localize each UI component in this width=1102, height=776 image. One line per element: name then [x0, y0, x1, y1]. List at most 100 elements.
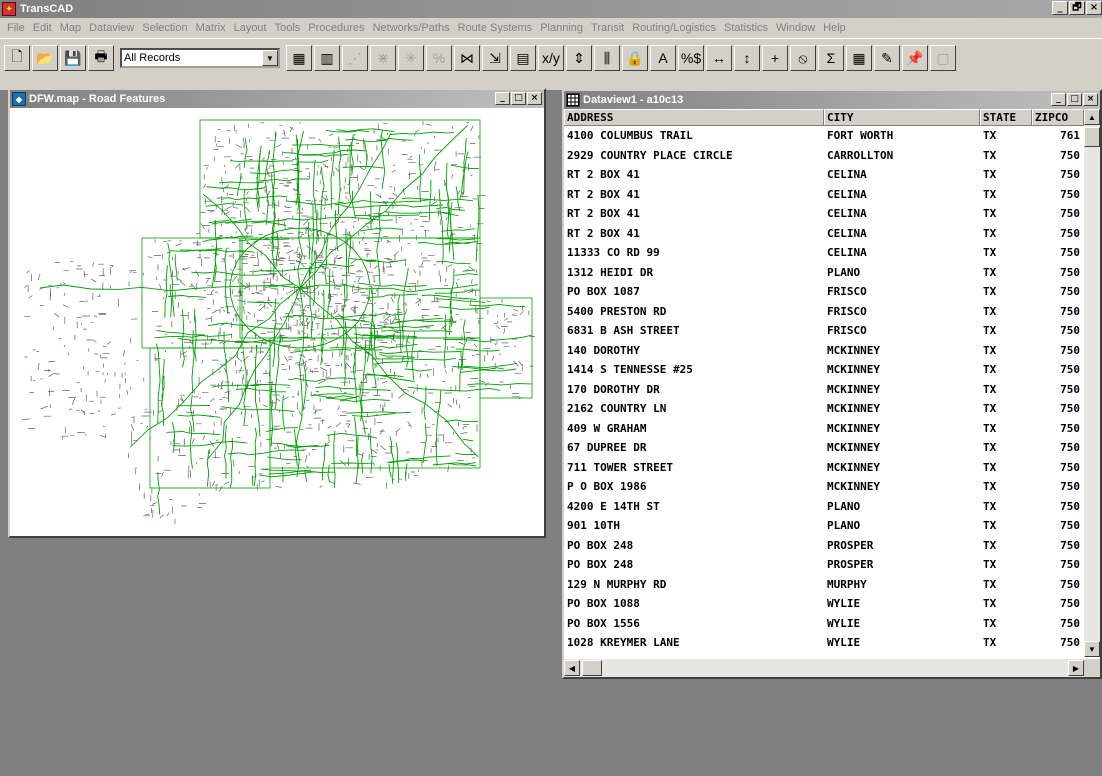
state-cell[interactable]: TX	[980, 500, 1032, 513]
chart-icon[interactable]: ▥	[314, 45, 340, 71]
network-disabled-icon[interactable]: ⋰	[342, 45, 368, 71]
table-row[interactable]: RT 2 BOX 41 CELINA TX 750	[564, 224, 1084, 244]
zipcode-cell[interactable]: 750	[1032, 461, 1084, 474]
table-row[interactable]: 1414 S TENNESSE #25 MCKINNEY TX 750	[564, 360, 1084, 380]
map-close-button[interactable]: ×	[527, 92, 542, 105]
dataview-title-bar[interactable]: Dataview1 - a10c13 _ □ ×	[564, 91, 1100, 109]
open-folder-icon[interactable]: 📂	[32, 45, 58, 71]
city-cell[interactable]: WYLIE	[824, 617, 980, 630]
city-cell[interactable]: PLANO	[824, 266, 980, 279]
app-minimize-button[interactable]: _	[1052, 1, 1068, 15]
address-cell[interactable]: 5400 PRESTON RD	[564, 305, 824, 318]
split-icon[interactable]: ⋈	[454, 45, 480, 71]
city-cell[interactable]: PROSPER	[824, 558, 980, 571]
state-cell[interactable]: TX	[980, 422, 1032, 435]
table-row[interactable]: PO BOX 1087 FRISCO TX 750	[564, 282, 1084, 302]
lock-icon[interactable]: 🔒	[622, 45, 648, 71]
zipcode-cell[interactable]: 750	[1032, 480, 1084, 493]
city-cell[interactable]: FRISCO	[824, 285, 980, 298]
state-cell[interactable]: TX	[980, 168, 1032, 181]
zipcode-cell[interactable]: 750	[1032, 266, 1084, 279]
address-cell[interactable]: PO BOX 1088	[564, 597, 824, 610]
menu-networks-paths[interactable]: Networks/Paths	[369, 22, 454, 34]
address-cell[interactable]: 129 N MURPHY RD	[564, 578, 824, 591]
menu-help[interactable]: Help	[819, 22, 850, 34]
state-cell[interactable]: TX	[980, 207, 1032, 220]
city-cell[interactable]: MCKINNEY	[824, 480, 980, 493]
table-row[interactable]: 170 DOROTHY DR MCKINNEY TX 750	[564, 380, 1084, 400]
table-row[interactable]: 4100 COLUMBUS TRAIL FORT WORTH TX 761	[564, 126, 1084, 146]
menu-transit[interactable]: Transit	[587, 22, 628, 34]
city-cell[interactable]: CELINA	[824, 246, 980, 259]
city-cell[interactable]: FORT WORTH	[824, 129, 980, 142]
menu-matrix[interactable]: Matrix	[192, 22, 230, 34]
city-cell[interactable]: CARROLLTON	[824, 149, 980, 162]
pin-icon[interactable]: 📌	[902, 45, 928, 71]
resize-grip-icon[interactable]	[1084, 659, 1100, 677]
table-row[interactable]: 129 N MURPHY RD MURPHY TX 750	[564, 575, 1084, 595]
table-row[interactable]: 409 W GRAHAM MCKINNEY TX 750	[564, 419, 1084, 439]
scroll-right-arrow-icon[interactable]: ▶	[1068, 660, 1084, 676]
zipcode-cell[interactable]: 750	[1032, 246, 1084, 259]
address-cell[interactable]: RT 2 BOX 41	[564, 227, 824, 240]
table-row[interactable]: PO BOX 248 PROSPER TX 750	[564, 555, 1084, 575]
city-cell[interactable]: MCKINNEY	[824, 383, 980, 396]
city-cell[interactable]: FRISCO	[824, 305, 980, 318]
city-cell[interactable]: MCKINNEY	[824, 441, 980, 454]
table-row[interactable]: 2929 COUNTRY PLACE CIRCLE CARROLLTON TX 750	[564, 146, 1084, 166]
map-canvas[interactable]	[10, 108, 544, 536]
app-title-bar[interactable]: ✦ TransCAD _ 🗗 ×	[0, 0, 1102, 18]
address-cell[interactable]: 4100 COLUMBUS TRAIL	[564, 129, 824, 142]
map-maximize-button[interactable]: □	[511, 92, 526, 105]
zipcode-cell[interactable]: 750	[1032, 539, 1084, 552]
star-disabled-icon[interactable]: ✳	[398, 45, 424, 71]
state-cell[interactable]: TX	[980, 558, 1032, 571]
dataview-maximize-button[interactable]: □	[1067, 93, 1082, 106]
dataview-minimize-button[interactable]: _	[1051, 93, 1066, 106]
address-cell[interactable]: 4200 E 14TH ST	[564, 500, 824, 513]
app-close-button[interactable]: ×	[1086, 1, 1102, 15]
table-row[interactable]: PO BOX 1556 WYLIE TX 750	[564, 614, 1084, 634]
app-restore-button[interactable]: 🗗	[1069, 1, 1085, 15]
city-cell[interactable]: CELINA	[824, 168, 980, 181]
menu-window[interactable]: Window	[772, 22, 819, 34]
zipcode-cell[interactable]: 750	[1032, 188, 1084, 201]
address-cell[interactable]: RT 2 BOX 41	[564, 188, 824, 201]
vertical-scroll-thumb[interactable]	[1084, 127, 1100, 147]
city-cell[interactable]: PROSPER	[824, 539, 980, 552]
city-cell[interactable]: MCKINNEY	[824, 402, 980, 415]
column-header-state[interactable]: STATE	[980, 109, 1032, 125]
expand-horizontal-icon[interactable]: ↔	[706, 45, 732, 71]
zipcode-cell[interactable]: 750	[1032, 344, 1084, 357]
table-row[interactable]: RT 2 BOX 41 CELINA TX 750	[564, 204, 1084, 224]
text-icon[interactable]: A	[650, 45, 676, 71]
menu-route-systems[interactable]: Route Systems	[454, 22, 537, 34]
table-row[interactable]: RT 2 BOX 41 CELINA TX 750	[564, 165, 1084, 185]
state-cell[interactable]: TX	[980, 324, 1032, 337]
map-window[interactable]: ◆ DFW.map - Road Features _ □ ×	[8, 88, 546, 538]
address-cell[interactable]: PO BOX 248	[564, 539, 824, 552]
zipcode-cell[interactable]: 750	[1032, 441, 1084, 454]
expand-vertical-icon[interactable]: ↕	[734, 45, 760, 71]
menu-dataview[interactable]: Dataview	[85, 22, 138, 34]
road-network-map[interactable]	[10, 108, 544, 536]
table-row[interactable]: PO BOX 248 PROSPER TX 750	[564, 536, 1084, 556]
menu-tools[interactable]: Tools	[271, 22, 305, 34]
table-row[interactable]: 4200 E 14TH ST PLANO TX 750	[564, 497, 1084, 517]
address-cell[interactable]: 6831 B ASH STREET	[564, 324, 824, 337]
address-cell[interactable]: PO BOX 248	[564, 558, 824, 571]
horizontal-scroll-thumb[interactable]	[582, 660, 602, 676]
stats-icon[interactable]: %$	[678, 45, 704, 71]
new-file-icon[interactable]: 🗋	[4, 45, 30, 71]
city-cell[interactable]: FRISCO	[824, 324, 980, 337]
city-cell[interactable]: MCKINNEY	[824, 363, 980, 376]
dataview-window[interactable]: Dataview1 - a10c13 _ □ × ADDRESS CITY ST…	[562, 89, 1102, 679]
address-cell[interactable]: RT 2 BOX 41	[564, 168, 824, 181]
state-cell[interactable]: TX	[980, 480, 1032, 493]
save-icon[interactable]: 💾	[60, 45, 86, 71]
city-cell[interactable]: PLANO	[824, 500, 980, 513]
address-cell[interactable]: PO BOX 1556	[564, 617, 824, 630]
scroll-up-arrow-icon[interactable]: ▲	[1084, 109, 1100, 125]
address-cell[interactable]: RT 2 BOX 41	[564, 207, 824, 220]
zipcode-cell[interactable]: 750	[1032, 500, 1084, 513]
